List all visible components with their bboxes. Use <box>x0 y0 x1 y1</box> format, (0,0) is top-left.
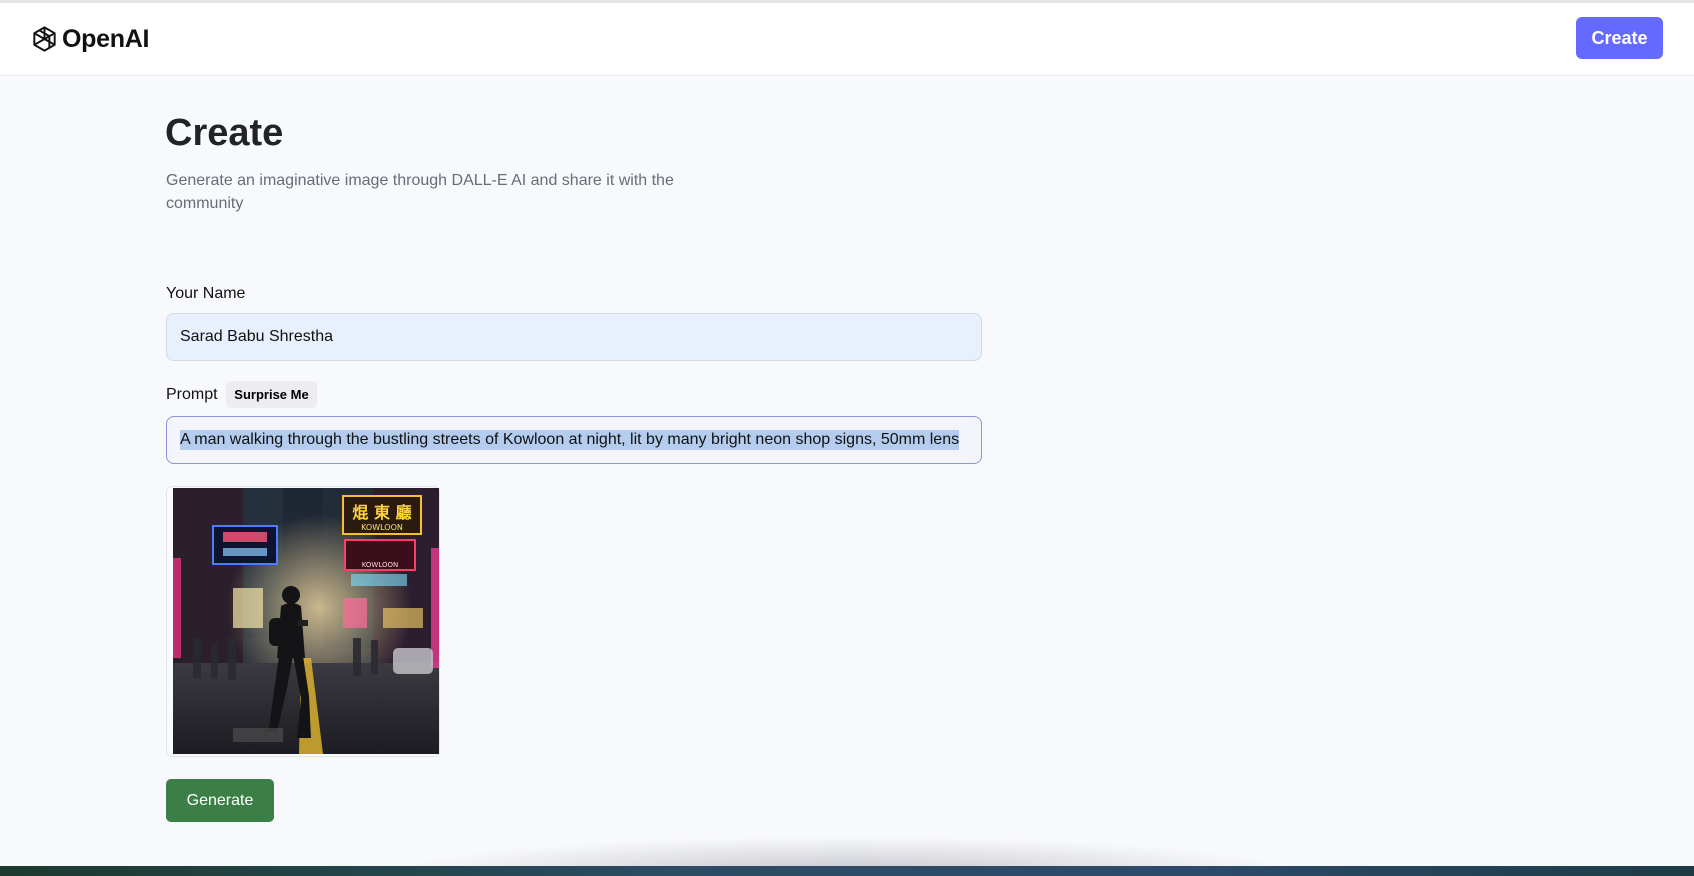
surprise-me-button[interactable]: Surprise Me <box>226 381 317 408</box>
name-label: Your Name <box>166 285 246 302</box>
prompt-input[interactable]: A man walking through the bustling stree… <box>166 416 982 464</box>
sign-text-3: KOWLOON <box>362 561 399 569</box>
generated-image-frame: 焜 東 廳 KOWLOON KOWLOON <box>166 486 440 757</box>
logo-text: OpenAI <box>62 24 150 53</box>
site-header: OpenAI Create <box>0 3 1694 76</box>
openai-logo-icon <box>33 25 56 52</box>
generated-image: 焜 東 廳 KOWLOON KOWLOON <box>173 488 439 754</box>
page-title: Create <box>165 112 284 154</box>
sign-text-1: 焜 東 廳 <box>352 503 411 522</box>
name-input[interactable]: Sarad Babu Shrestha <box>166 313 982 361</box>
prompt-label: Prompt <box>166 386 218 403</box>
name-input-value: Sarad Babu Shrestha <box>180 328 333 345</box>
openai-logo[interactable]: OpenAI <box>29 22 149 56</box>
prompt-input-value: A man walking through the bustling stree… <box>180 430 960 450</box>
sign-text-2: KOWLOON <box>361 523 403 532</box>
page-subtitle: Generate an imaginative image through DA… <box>166 172 674 212</box>
taskbar-strip <box>0 866 1694 876</box>
generate-button[interactable]: Generate <box>166 779 274 822</box>
header-create-button[interactable]: Create <box>1576 17 1663 59</box>
